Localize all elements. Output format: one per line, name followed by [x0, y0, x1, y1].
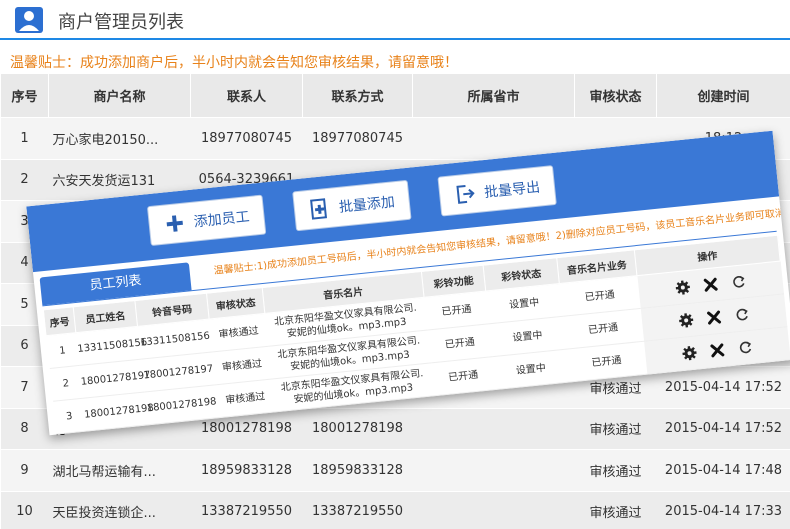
cell-region	[412, 449, 575, 492]
gear-icon[interactable]	[674, 279, 692, 297]
col-header-phone[interactable]: 联系方式	[302, 73, 413, 118]
cell-created: 2015-04-14 17:48	[656, 449, 790, 492]
cell-region	[412, 491, 575, 529]
col-header-region[interactable]: 所属省市	[412, 73, 575, 118]
import-icon	[310, 198, 328, 220]
admin-user-icon	[15, 7, 43, 33]
plus-icon	[166, 215, 183, 232]
refresh-icon[interactable]	[729, 273, 747, 291]
gear-icon[interactable]	[680, 344, 698, 362]
batch-export-label: 批量导出	[483, 179, 541, 202]
cell-no: 9	[0, 449, 49, 492]
cell-contact: 18977080745	[190, 117, 303, 160]
table-header-row: 序号 商户名称 联系人 联系方式 所属省市 审核状态 创建时间	[0, 73, 790, 118]
refresh-icon[interactable]	[736, 339, 754, 357]
cell-status: 审核通过	[574, 491, 657, 529]
col-header-status[interactable]: 审核状态	[574, 73, 657, 118]
cell-created: 2015-04-14 17:33	[656, 491, 790, 529]
batch-add-label: 批量添加	[338, 194, 396, 216]
top-bar: 商户管理员列表	[0, 0, 790, 40]
cell-no: 10	[0, 491, 49, 529]
cell-created: 2015-04-14 17:52	[656, 408, 790, 450]
cell-no: 8	[0, 408, 49, 450]
cell-no: 7	[0, 366, 49, 409]
emp-cell-no: 2	[49, 365, 83, 402]
close-icon[interactable]	[701, 276, 719, 294]
emp-col-no: 序号	[43, 306, 76, 336]
refresh-icon[interactable]	[733, 306, 751, 324]
table-row[interactable]: 10 天臣投资连锁企... 13387219550 13387219550 审核通过 20…	[0, 491, 790, 529]
cell-name: 湖北马帮运输有...	[48, 449, 191, 492]
table-row[interactable]: 9 湖北马帮运输有... 18959833128 18959833128 审核通过 201…	[0, 449, 790, 492]
cell-contact: 18959833128	[190, 449, 303, 492]
cell-phone: 18977080745	[302, 117, 413, 160]
emp-cell-crbt_status: 设置中	[492, 349, 570, 390]
col-header-name[interactable]: 商户名称	[48, 73, 191, 118]
col-header-created[interactable]: 创建时间	[656, 73, 790, 118]
col-header-contact[interactable]: 联系人	[190, 73, 303, 118]
cell-status: 审核通过	[574, 449, 657, 492]
cell-region	[412, 408, 575, 450]
cell-no: 1	[0, 117, 49, 160]
cell-no: 2	[0, 159, 49, 201]
cell-name: 天臣投资连锁企...	[48, 491, 191, 529]
page-title: 商户管理员列表	[58, 12, 184, 33]
export-icon	[456, 185, 475, 204]
emp-cell-no: 3	[52, 398, 86, 435]
cell-phone: 18959833128	[302, 449, 413, 492]
emp-cell-name: 18001278198	[82, 392, 154, 432]
add-employee-label: 添加员工	[192, 209, 251, 231]
emp-cell-ring: 18001278198	[144, 384, 220, 425]
cell-name: 万心家电20150...	[48, 117, 191, 160]
cell-status: 审核通过	[574, 408, 657, 450]
tip-text: 温馨贴士：成功添加商户后，半小时内就会告知您审核结果，请留意哦！	[10, 55, 458, 71]
col-header-no[interactable]: 序号	[0, 73, 49, 118]
emp-cell-status: 审核通过	[215, 379, 275, 418]
gear-icon[interactable]	[677, 312, 695, 330]
emp-cell-no: 1	[45, 332, 80, 369]
cell-phone: 13387219550	[302, 491, 413, 529]
close-icon[interactable]	[705, 309, 723, 327]
cell-contact: 13387219550	[190, 491, 303, 529]
cell-phone: 18001278198	[302, 408, 413, 450]
emp-cell-crbt: 已开通	[430, 356, 496, 396]
close-icon[interactable]	[708, 342, 726, 360]
cell-created: 2015-04-14 17:52	[656, 366, 790, 409]
